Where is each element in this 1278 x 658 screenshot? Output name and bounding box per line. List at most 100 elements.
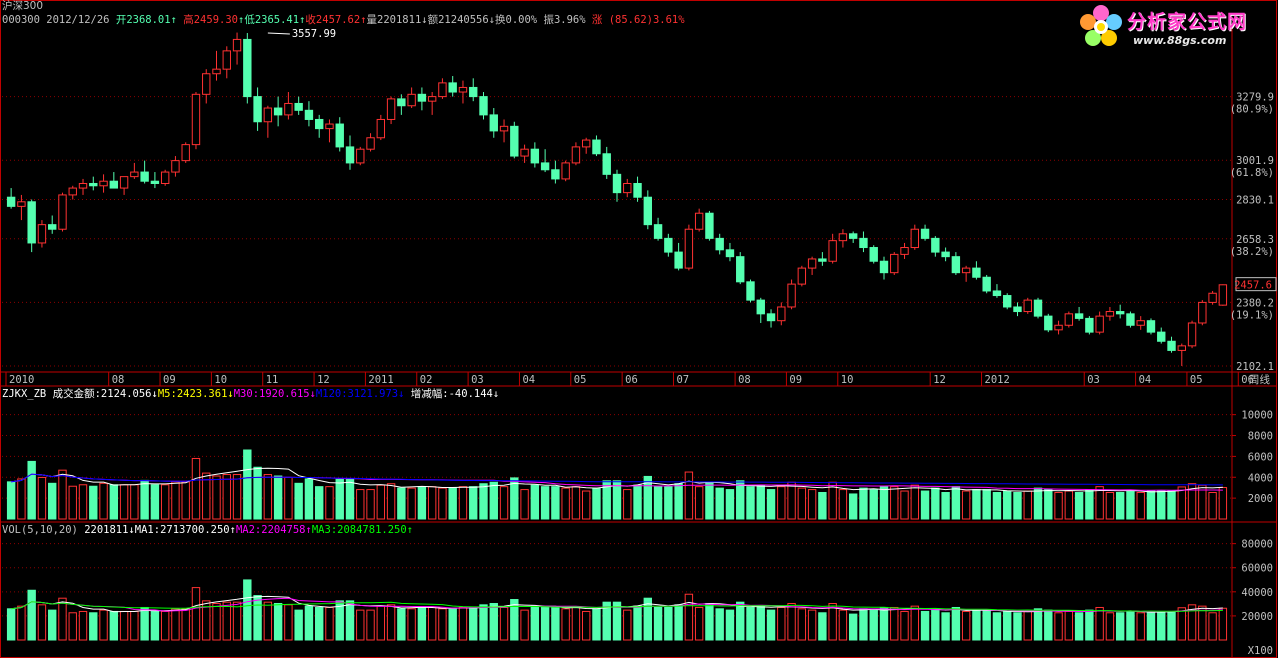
volume-bar[interactable] — [119, 610, 129, 641]
candle-body[interactable] — [1187, 322, 1197, 347]
candle-body[interactable] — [243, 38, 252, 98]
volume-bar[interactable] — [243, 579, 252, 641]
volume-bar[interactable] — [499, 606, 509, 641]
volume-bar[interactable] — [150, 610, 160, 641]
amount-bar[interactable] — [756, 484, 765, 520]
volume-bar[interactable] — [787, 603, 796, 641]
candle-body[interactable] — [694, 212, 704, 230]
volume-bar[interactable] — [766, 609, 776, 641]
volume-bar[interactable] — [27, 589, 36, 641]
amount-bar[interactable] — [294, 482, 303, 520]
amount-bar[interactable] — [1157, 490, 1166, 520]
amount-bar[interactable] — [222, 474, 231, 520]
volume-bar[interactable] — [366, 609, 375, 641]
amount-bar[interactable] — [427, 486, 437, 520]
candle-body[interactable] — [386, 98, 396, 120]
candle-body[interactable] — [705, 212, 714, 239]
amount-bar[interactable] — [551, 486, 560, 520]
volume-bar[interactable] — [376, 605, 386, 641]
amount-bar[interactable] — [119, 484, 129, 520]
amount-bar[interactable] — [571, 486, 581, 520]
amount-bar[interactable] — [469, 486, 478, 520]
amount-bar[interactable] — [6, 481, 16, 520]
amount-bar[interactable] — [1218, 487, 1228, 520]
candle-body[interactable] — [1054, 324, 1063, 331]
amount-bar[interactable] — [951, 486, 961, 520]
amount-bar[interactable] — [992, 491, 1002, 520]
amount-bar[interactable] — [1064, 490, 1074, 520]
amount-bar[interactable] — [1136, 491, 1145, 520]
candle-body[interactable] — [900, 247, 909, 255]
volume-bar[interactable] — [746, 606, 755, 641]
amount-bar[interactable] — [253, 466, 262, 520]
volume-bar[interactable] — [99, 609, 108, 641]
candle-body[interactable] — [602, 153, 611, 175]
candle-body[interactable] — [653, 224, 663, 239]
candle-body[interactable] — [1064, 313, 1074, 326]
volume-bar[interactable] — [1115, 612, 1125, 641]
candle-body[interactable] — [787, 283, 796, 308]
volume-bar[interactable] — [848, 613, 858, 641]
volume-bar[interactable] — [469, 606, 478, 641]
amount-bar[interactable] — [263, 474, 273, 520]
candle-body[interactable] — [684, 228, 694, 269]
volume-bar[interactable] — [1136, 612, 1145, 641]
amount-bar[interactable] — [243, 449, 252, 520]
candle-body[interactable] — [58, 194, 67, 230]
candle-body[interactable] — [417, 93, 427, 102]
candle-body[interactable] — [664, 237, 673, 253]
candle-body[interactable] — [890, 253, 899, 274]
volume-bar[interactable] — [191, 587, 201, 641]
candle-body[interactable] — [1003, 295, 1012, 308]
candle-body[interactable] — [756, 299, 765, 315]
amount-bar[interactable] — [304, 478, 314, 520]
volume-bar[interactable] — [232, 601, 242, 641]
candle-body[interactable] — [797, 267, 807, 285]
volume-bar[interactable] — [160, 610, 170, 641]
amount-bar[interactable] — [879, 486, 889, 520]
amount-bar[interactable] — [848, 493, 858, 520]
amount-bar[interactable] — [1126, 490, 1135, 520]
amount-bar[interactable] — [27, 460, 36, 520]
volume-bar[interactable] — [417, 606, 427, 641]
candle-body[interactable] — [982, 276, 991, 292]
volume-bar[interactable] — [890, 606, 899, 641]
volume-bar[interactable] — [561, 608, 570, 641]
candle-body[interactable] — [171, 160, 180, 173]
candle-body[interactable] — [1146, 320, 1156, 333]
volume-bar[interactable] — [551, 606, 560, 641]
amount-bar[interactable] — [1177, 486, 1186, 520]
amount-bar[interactable] — [68, 485, 77, 520]
amount-bar[interactable] — [376, 484, 386, 520]
amount-bar[interactable] — [592, 487, 601, 520]
candle-body[interactable] — [848, 233, 858, 239]
volume-bar[interactable] — [1167, 610, 1176, 641]
candle-body[interactable] — [1115, 311, 1125, 315]
candle-body[interactable] — [397, 98, 406, 107]
volume-bar[interactable] — [1074, 612, 1084, 641]
volume-bar[interactable] — [982, 609, 991, 641]
volume-bar[interactable] — [1013, 612, 1022, 641]
volume-bar[interactable] — [807, 609, 817, 641]
candle-body[interactable] — [920, 228, 930, 239]
volume-bar[interactable] — [284, 604, 293, 641]
candle-body[interactable] — [972, 267, 981, 278]
volume-bar[interactable] — [941, 612, 950, 641]
candle-body[interactable] — [232, 38, 242, 52]
volume-bar[interactable] — [78, 610, 88, 641]
candle-body[interactable] — [951, 256, 961, 274]
amount-bar[interactable] — [520, 489, 529, 520]
amount-bar[interactable] — [356, 489, 365, 520]
amount-bar[interactable] — [1023, 490, 1032, 520]
amount-bar[interactable] — [150, 484, 160, 520]
volume-bar[interactable] — [458, 606, 468, 641]
amount-bar[interactable] — [797, 487, 807, 520]
amount-bar[interactable] — [890, 486, 899, 520]
candle-body[interactable] — [818, 258, 827, 262]
amount-bar[interactable] — [1208, 491, 1217, 520]
candle-body[interactable] — [540, 162, 550, 171]
candle-body[interactable] — [202, 73, 211, 95]
candle-body[interactable] — [961, 267, 971, 274]
candle-body[interactable] — [1208, 292, 1217, 303]
volume-bar[interactable] — [479, 604, 488, 641]
